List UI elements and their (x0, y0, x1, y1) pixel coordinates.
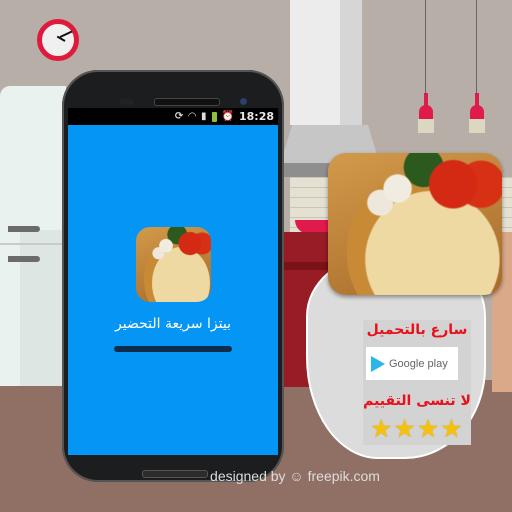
status-time: 18:28 (238, 110, 274, 123)
star-rating: ★ ★ ★ ★ (370, 416, 463, 441)
fridge-divider (0, 243, 66, 245)
lamp-cord (425, 0, 426, 95)
alarm-icon: ⏰ (221, 111, 234, 122)
status-bar: ⟳ ◠ ▮ ⏰ 18:28 (68, 108, 278, 125)
fridge-handle-icon (8, 226, 40, 232)
star-icon: ★ (393, 414, 416, 443)
google-play-badge[interactable]: Google play (366, 347, 458, 380)
rate-reminder-text: لا تنسى التقييم (363, 393, 471, 409)
app-title: بيتزا سريعة التحضير (115, 316, 231, 332)
pizza-image (328, 153, 502, 295)
pendant-lamp-icon (418, 93, 434, 133)
front-camera-icon (240, 98, 247, 105)
star-icon: ★ (440, 414, 463, 443)
range-hood-chimney (290, 0, 340, 125)
freezer-handle-icon (8, 256, 40, 262)
star-icon: ★ (416, 414, 440, 443)
loading-progress-bar (114, 346, 232, 352)
signal-icon: ▮ (201, 111, 207, 122)
wall-clock-icon (37, 19, 79, 61)
google-play-label: Google play (389, 357, 448, 370)
earpiece-speaker (154, 98, 220, 106)
proximity-sensor (120, 99, 134, 105)
lamp-cord (476, 0, 477, 95)
sync-icon: ⟳ (174, 111, 184, 122)
google-play-logo-icon (371, 355, 385, 372)
pendant-lamp-icon (469, 93, 485, 133)
range-hood-shadow (340, 0, 362, 125)
wifi-icon: ◠ (188, 111, 197, 122)
freepik-credit: designed by ☺ freepik.com (210, 468, 380, 484)
bottom-speaker (142, 470, 208, 478)
download-now-text: سارع بالتحميل (366, 322, 468, 338)
app-icon-pizza-image (136, 227, 211, 302)
battery-icon (211, 111, 217, 122)
star-icon: ★ (370, 414, 393, 443)
fridge-shadow (20, 230, 66, 386)
